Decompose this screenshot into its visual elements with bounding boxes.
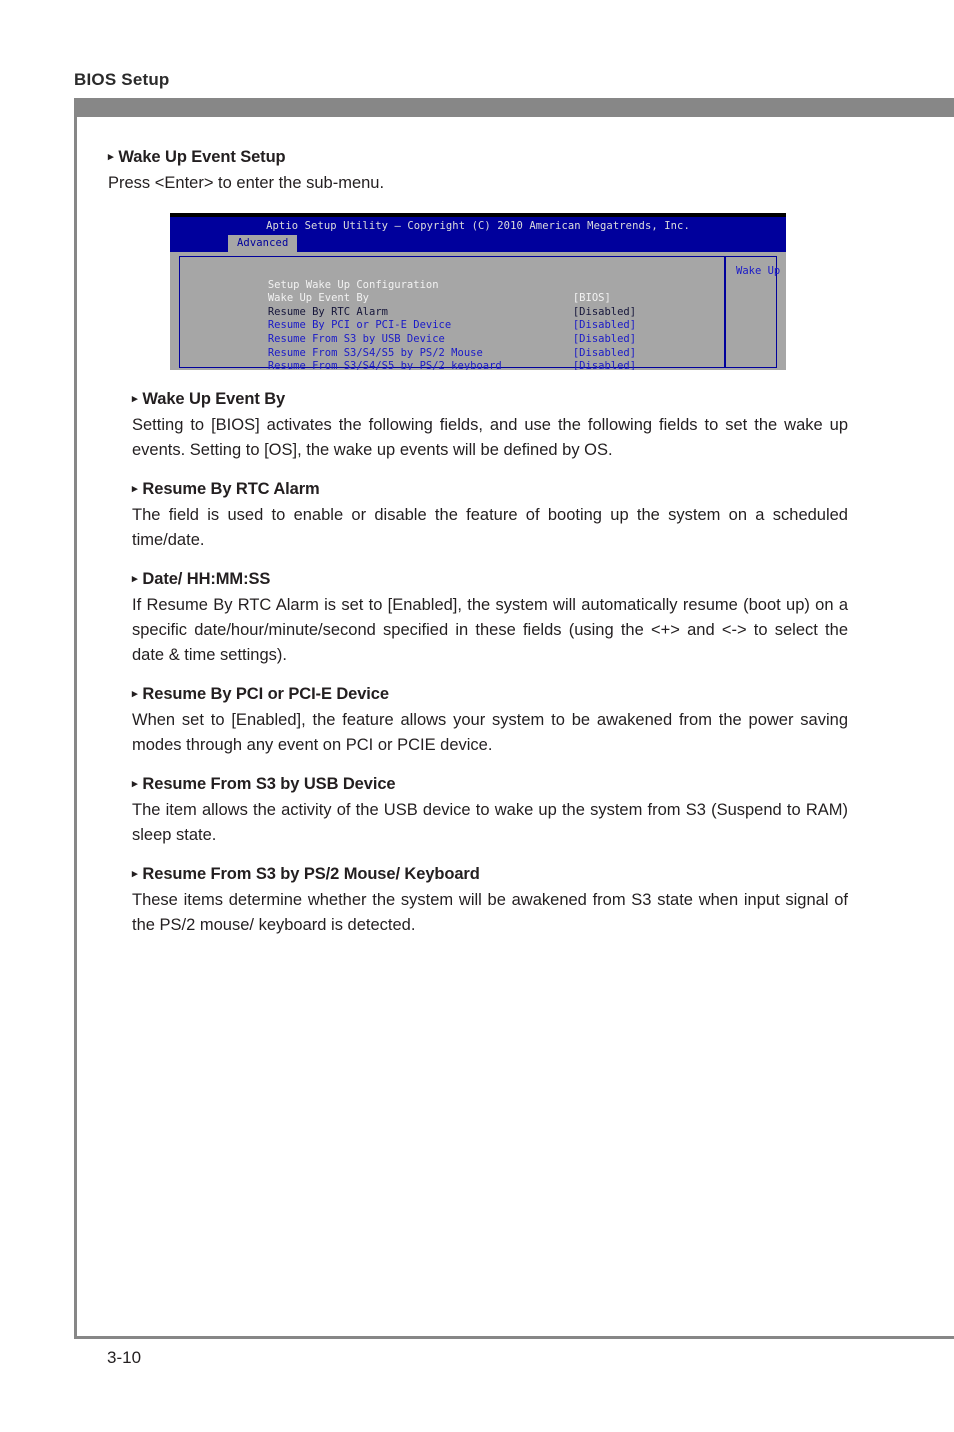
bios-row-resume-by-rtc-alarm[interactable]: Resume By RTC Alarm [Disabled] (192, 292, 720, 318)
triangle-bullet-icon: ▸ (132, 393, 138, 405)
bios-row-resume-s3-usb[interactable]: Resume From S3 by USB Device [Disabled] (192, 319, 720, 345)
heading-resume-s3-usb: ▸ Resume From S3 by USB Device (132, 775, 848, 794)
bios-body: Setup Wake Up Configuration Wake Up Even… (170, 252, 786, 370)
section-wake-up-event-by: ▸ Wake Up Event By Setting to [BIOS] act… (108, 390, 848, 463)
section-resume-s3-ps2: ▸ Resume From S3 by PS/2 Mouse/ Keyboard… (108, 865, 848, 938)
heading-text: Resume By PCI or PCI-E Device (142, 685, 389, 703)
bios-row-resume-ps2-mouse[interactable]: Resume From S3/S4/S5 by PS/2 Mouse [Disab… (192, 333, 720, 359)
page-running-header: BIOS Setup (74, 70, 170, 89)
bios-title-bar: Aptio Setup Utility – Copyright (C) 2010… (170, 217, 786, 235)
heading-text: Resume From S3 by PS/2 Mouse/ Keyboard (142, 865, 480, 883)
bios-section-title: Setup Wake Up Configuration (192, 265, 720, 291)
triangle-bullet-icon: ▸ (132, 483, 138, 495)
triangle-bullet-icon: ▸ (108, 151, 114, 163)
paragraph-resume-by-rtc-alarm: The field is used to enable or disable t… (132, 506, 848, 549)
heading-text: Resume By RTC Alarm (142, 480, 320, 498)
bios-settings-pane: Setup Wake Up Configuration Wake Up Even… (179, 256, 724, 370)
section-resume-s3-usb: ▸ Resume From S3 by USB Device The item … (108, 775, 848, 848)
bios-tab-advanced[interactable]: Advanced (228, 235, 298, 252)
bios-screenshot: Aptio Setup Utility – Copyright (C) 2010… (170, 213, 786, 370)
paragraph-wake-up-event-setup: Press <Enter> to enter the sub-menu. (108, 174, 385, 192)
triangle-bullet-icon: ▸ (132, 688, 138, 700)
paragraph-resume-s3-ps2: These items determine whether the system… (132, 891, 848, 934)
triangle-bullet-icon: ▸ (132, 778, 138, 790)
paragraph-date-hh-mm-ss: If Resume By RTC Alarm is set to [Enable… (132, 596, 848, 664)
heading-text: Wake Up Event By (142, 390, 286, 408)
left-margin-rule (74, 98, 77, 1339)
section-wake-up-event-setup: ▸ Wake Up Event Setup Press <Enter> to e… (108, 148, 848, 196)
heading-text: Wake Up Event Setup (118, 148, 286, 166)
triangle-bullet-icon: ▸ (132, 868, 138, 880)
bios-help-text: Wake Up Event By (736, 265, 781, 277)
heading-resume-by-rtc-alarm: ▸ Resume By RTC Alarm (132, 480, 848, 499)
section-resume-by-pci: ▸ Resume By PCI or PCI-E Device When set… (108, 685, 848, 758)
heading-text: Resume From S3 by USB Device (142, 775, 396, 793)
section-date-hh-mm-ss: ▸ Date/ HH:MM:SS If Resume By RTC Alarm … (108, 570, 848, 668)
heading-resume-s3-ps2: ▸ Resume From S3 by PS/2 Mouse/ Keyboard (132, 865, 848, 884)
heading-resume-by-pci: ▸ Resume By PCI or PCI-E Device (132, 685, 848, 704)
footer-rule (74, 1336, 954, 1339)
heading-wake-up-event-setup: ▸ Wake Up Event Setup (108, 148, 848, 167)
bios-help-pane: Wake Up Event By (724, 256, 780, 368)
page-content: ▸ Wake Up Event Setup Press <Enter> to e… (108, 148, 848, 955)
triangle-bullet-icon: ▸ (132, 573, 138, 585)
paragraph-resume-s3-usb: The item allows the activity of the USB … (132, 801, 848, 844)
bios-settings-list: Setup Wake Up Configuration Wake Up Even… (192, 265, 720, 370)
heading-wake-up-event-by: ▸ Wake Up Event By (132, 390, 848, 409)
bios-row-resume-by-pci[interactable]: Resume By PCI or PCI-E Device [Disabled] (192, 306, 720, 331)
page-number: 3-10 (107, 1348, 142, 1367)
section-resume-by-rtc-alarm: ▸ Resume By RTC Alarm The field is used … (108, 480, 848, 553)
bios-tab-row: Advanced (170, 235, 786, 252)
bios-row-label: Resume From S3/S4/S5 by PS/2 keyboard (267, 360, 502, 370)
paragraph-wake-up-event-by: Setting to [BIOS] activates the followin… (132, 416, 848, 459)
bios-row-resume-ps2-keyboard[interactable]: Resume From S3/S4/S5 by PS/2 keyboard [Di… (192, 347, 720, 370)
heading-date-hh-mm-ss: ▸ Date/ HH:MM:SS (132, 570, 848, 589)
heading-text: Date/ HH:MM:SS (142, 570, 271, 588)
bios-row-wake-up-event-by[interactable]: Wake Up Event By [BIOS] (192, 279, 720, 304)
header-rule-bar (74, 98, 954, 117)
paragraph-resume-by-pci: When set to [Enabled], the feature allow… (132, 711, 848, 754)
bios-row-value[interactable]: [Disabled] (573, 360, 636, 370)
